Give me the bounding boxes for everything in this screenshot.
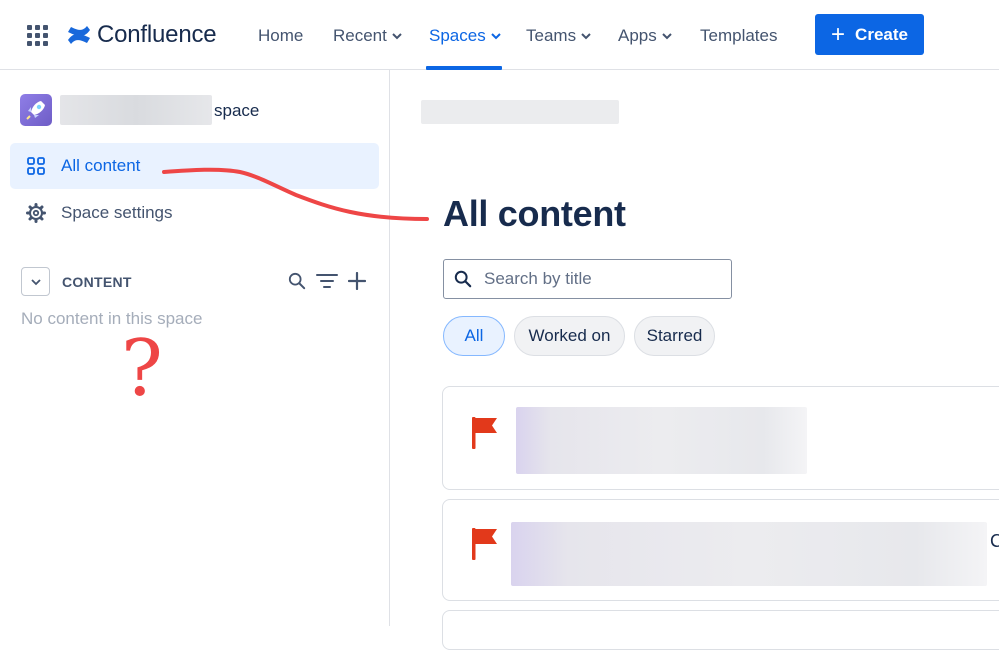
chevron-down-icon [490, 33, 501, 40]
confluence-logo-icon [68, 26, 90, 44]
filter-chip-worked-on[interactable]: Worked on [514, 316, 625, 356]
nav-apps[interactable]: Apps [618, 25, 672, 47]
app-switcher-icon[interactable] [27, 25, 49, 47]
filter-chip-label: All [464, 326, 484, 345]
annotation-question-mark: ? [121, 324, 163, 414]
top-navigation: Confluence Home Recent Spaces Teams Apps… [0, 0, 999, 70]
chevron-down-icon [30, 278, 41, 285]
sidebar-item-space-settings[interactable]: Space settings [10, 190, 379, 236]
flag-icon [472, 528, 497, 560]
chevron-down-icon [581, 33, 591, 40]
nav-teams-label: Teams [526, 26, 577, 45]
sidebar-item-label: Space settings [61, 203, 173, 222]
search-input[interactable] [482, 268, 726, 290]
sidebar-item-all-content[interactable]: All content [10, 143, 379, 189]
filter-chip-all[interactable]: All [443, 316, 505, 356]
card-title-redacted [516, 407, 807, 474]
search-field[interactable] [443, 259, 732, 299]
content-section-heading: CONTENT [62, 274, 132, 290]
nav-teams[interactable]: Teams [526, 25, 591, 47]
create-button[interactable]: + Create [815, 14, 924, 55]
content-card[interactable] [442, 386, 999, 490]
nav-apps-label: Apps [618, 26, 657, 45]
content-actions [286, 270, 376, 292]
card-title-overflow: C [990, 531, 999, 551]
filter-chip-label: Starred [646, 326, 703, 345]
nav-templates-label: Templates [700, 26, 778, 45]
filter-icon[interactable] [316, 270, 338, 292]
space-avatar[interactable] [20, 94, 52, 126]
space-name-redacted [60, 95, 212, 125]
content-card[interactable] [442, 610, 999, 650]
flag-icon [472, 417, 497, 449]
nav-home[interactable]: Home [258, 25, 303, 47]
plus-icon: + [831, 20, 846, 48]
nav-templates[interactable]: Templates [700, 25, 777, 47]
space-name-suffix: space [214, 101, 260, 120]
nav-spaces-label: Spaces [429, 26, 486, 45]
plus-icon[interactable] [346, 270, 368, 292]
nav-recent[interactable]: Recent [333, 25, 402, 47]
rocket-icon [26, 101, 45, 120]
empty-content-message: No content in this space [21, 309, 203, 328]
brand-name: Confluence [97, 21, 217, 48]
grid-icon [25, 155, 47, 177]
nav-recent-label: Recent [333, 26, 387, 45]
filter-chip-starred[interactable]: Starred [634, 316, 715, 356]
confluence-home-link[interactable]: Confluence [66, 20, 217, 50]
page-title: All content [443, 193, 626, 234]
filter-chip-label: Worked on [528, 326, 611, 345]
create-button-label: Create [855, 24, 908, 44]
content-card[interactable]: C [442, 499, 999, 601]
nav-home-label: Home [258, 26, 304, 45]
search-icon [452, 268, 474, 290]
chevron-down-icon [662, 33, 672, 40]
gear-icon [25, 202, 47, 224]
active-tab-indicator [426, 66, 502, 70]
sidebar-item-label: All content [61, 156, 141, 175]
breadcrumb-redacted [421, 100, 619, 124]
chevron-down-icon [392, 33, 402, 40]
sidebar: space All content Space settings CONTENT… [0, 70, 390, 626]
content-collapse-button[interactable] [21, 267, 50, 296]
search-icon[interactable] [286, 270, 308, 292]
card-title-redacted [511, 522, 987, 586]
nav-spaces[interactable]: Spaces [429, 25, 501, 47]
